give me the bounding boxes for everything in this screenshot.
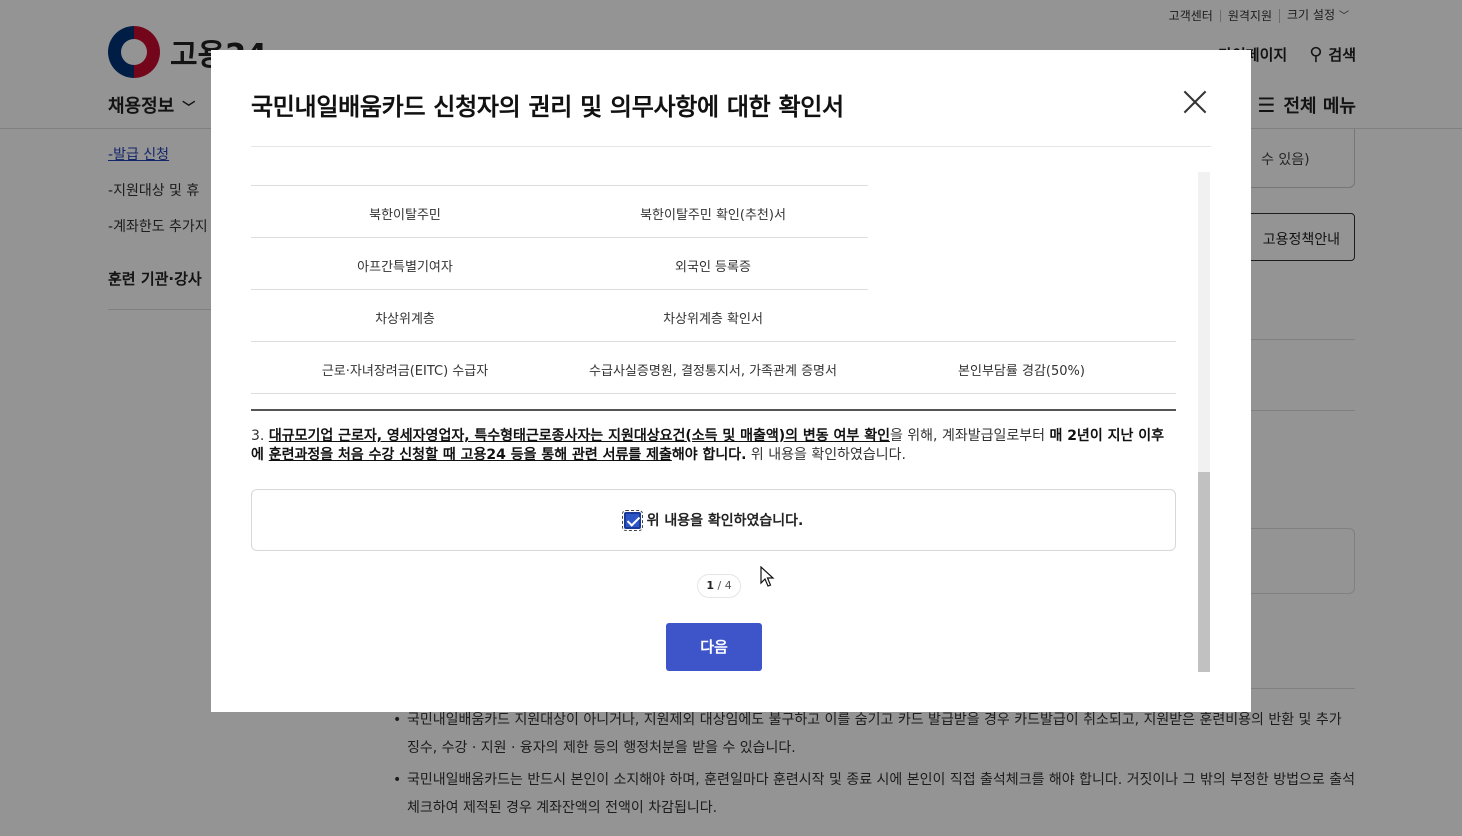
notice-text-part: 위 내용을 확인하였습니다. — [746, 447, 906, 463]
modal-title: 국민내일배움카드 신청자의 권리 및 의무사항에 대한 확인서 — [251, 93, 844, 121]
table-row: 차상위계층 차상위계층 확인서 — [251, 290, 1176, 342]
table-cell: 차상위계층 확인서 — [663, 312, 763, 327]
table-cell: 근로·자녀장려금(EITC) 수급자 — [321, 364, 489, 379]
table-cell: 본인부담률 경감(50%) — [958, 364, 1085, 379]
notice-emphasis: 대규모기업 근로자, 영세자영업자, 특수형태근로종사자는 지원대상요건(소득 … — [268, 428, 890, 444]
table-row: 근로·자녀장려금(EITC) 수급자 수급사실증명원, 결정통지서, 가족관계 … — [251, 342, 1176, 394]
table-cell: 수급사실증명원, 결정통지서, 가족관계 증명서 — [589, 364, 837, 379]
next-button[interactable]: 다음 — [666, 623, 762, 671]
table-cell: 외국인 등록증 — [675, 260, 751, 275]
page-separator: / — [717, 579, 722, 592]
section-divider — [251, 409, 1176, 411]
table-cell: 차상위계층 — [375, 312, 435, 327]
confirm-checkbox[interactable] — [621, 509, 643, 531]
table-cell: 북한이탈주민 확인(추천)서 — [640, 208, 786, 223]
confirmation-modal: 국민내일배움카드 신청자의 권리 및 의무사항에 대한 확인서 북한이탈주민 북… — [211, 50, 1251, 712]
table-cell: 아프간특별기여자 — [357, 260, 453, 275]
divider — [251, 393, 1176, 394]
page-indicator: 1 / 4 — [697, 574, 741, 598]
scrollbar[interactable] — [1198, 172, 1210, 672]
close-icon[interactable] — [1183, 90, 1207, 114]
notice-emphasis: 훈련과정을 처음 수강 신청할 때 고용24 등을 통해 관련 서류를 제출 — [268, 447, 672, 463]
confirm-checkbox-field[interactable]: 위 내용을 확인하였습니다. — [251, 489, 1176, 551]
eligibility-table: 북한이탈주민 북한이탈주민 확인(추천)서 아프간특별기여자 외국인 등록증 차… — [251, 185, 1176, 394]
modal-scroll-body[interactable]: 북한이탈주민 북한이탈주민 확인(추천)서 아프간특별기여자 외국인 등록증 차… — [251, 172, 1186, 672]
scrollbar-thumb[interactable] — [1198, 472, 1210, 672]
notice-number: 3. — [251, 428, 265, 444]
notice-text: 3. 대규모기업 근로자, 영세자영업자, 특수형태근로종사자는 지원대상요건(… — [251, 427, 1176, 465]
mouse-cursor-icon — [760, 566, 775, 587]
page-total: 4 — [724, 579, 732, 592]
page-current: 1 — [706, 579, 714, 592]
confirm-label[interactable]: 위 내용을 확인하였습니다. — [647, 510, 804, 530]
notice-bold: 해야 합니다. — [671, 447, 747, 463]
table-row: 북한이탈주민 북한이탈주민 확인(추천)서 — [251, 186, 1176, 238]
table-row: 아프간특별기여자 외국인 등록증 — [251, 238, 1176, 290]
notice-text-part: 을 위해, 계좌발급일로부터 — [889, 428, 1050, 444]
table-cell: 북한이탈주민 — [369, 208, 441, 223]
divider — [251, 146, 1211, 147]
